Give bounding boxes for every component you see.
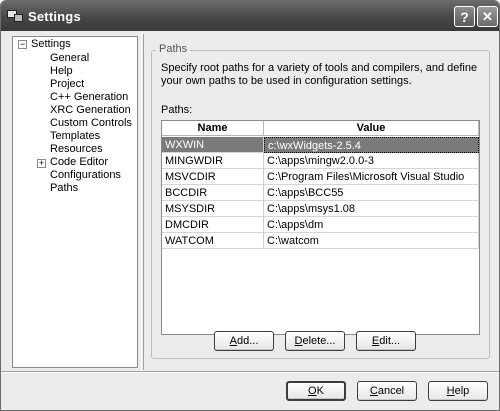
tree-item-label: Project: [50, 78, 85, 90]
window-title: Settings: [28, 8, 81, 24]
cell-value: c:\wxWidgets-2.5.4: [264, 137, 479, 153]
tree-item-label: Help: [50, 65, 73, 77]
paths-table[interactable]: Name Value WXWIN c:\wxWidgets-2.5.4 MING…: [161, 120, 480, 335]
delete-button-label: elete...: [302, 335, 336, 347]
ok-mnemonic: O: [308, 385, 317, 397]
cell-name: BCCDIR: [162, 185, 264, 201]
edit-button-label: dit...: [379, 335, 401, 347]
add-mnemonic: A: [229, 335, 237, 347]
edit-button[interactable]: Edit...: [356, 331, 416, 351]
help-icon: ?: [460, 8, 469, 25]
tree-item-label: Resources: [50, 143, 103, 155]
table-row[interactable]: MSYSDIR C:\apps\msys1.08: [162, 201, 479, 217]
tree-item-label: Configurations: [50, 169, 121, 181]
tree-item-cpp-generation[interactable]: C++ Generation: [50, 91, 128, 104]
tree-item-label: Code Editor: [50, 156, 109, 168]
ok-button-label: K: [316, 385, 324, 397]
paths-group-label: Paths: [156, 43, 191, 55]
tree-expand-icon[interactable]: +: [37, 159, 46, 168]
help-button-label: elp: [454, 385, 470, 397]
delete-button[interactable]: Delete...: [285, 331, 345, 351]
cell-value: C:\apps\msys1.08: [264, 201, 479, 217]
cell-name: MSVCDIR: [162, 169, 264, 185]
footer-separator: [1, 371, 499, 373]
table-header: Name Value: [162, 121, 479, 136]
cell-name: DMCDIR: [162, 217, 264, 233]
cancel-button[interactable]: Cancel: [357, 381, 417, 401]
column-header-value[interactable]: Value: [264, 121, 479, 136]
tree-item-resources[interactable]: Resources: [50, 143, 103, 156]
tree-root-label: Settings: [31, 38, 71, 50]
table-row[interactable]: MSVCDIR C:\Program Files\Microsoft Visua…: [162, 169, 479, 185]
title-close-button[interactable]: ✕: [477, 6, 498, 27]
table-row[interactable]: WXWIN c:\wxWidgets-2.5.4: [162, 137, 479, 153]
cell-value: C:\apps\mingw2.0.0-3: [264, 153, 479, 169]
table-row[interactable]: BCCDIR C:\apps\BCC55: [162, 185, 479, 201]
tree-item-xrc-generation[interactable]: XRC Generation: [50, 104, 131, 117]
paths-list-label: Paths:: [161, 104, 193, 116]
settings-window: Settings ? ✕ − Settings General Help Pro…: [0, 0, 500, 411]
table-row[interactable]: DMCDIR C:\apps\dm: [162, 217, 479, 233]
paths-description: Specify root paths for a variety of tool…: [161, 62, 478, 87]
help-mnemonic: H: [446, 385, 455, 397]
cell-name: WXWIN: [162, 137, 264, 153]
title-help-button[interactable]: ?: [454, 6, 475, 27]
table-row[interactable]: MINGWDIR C:\apps\mingw2.0.0-3: [162, 153, 479, 169]
tree-item-configurations[interactable]: Configurations: [50, 169, 121, 182]
close-icon: ✕: [482, 8, 493, 24]
tree-item-label: Paths: [50, 182, 79, 194]
add-button-label: dd...: [236, 335, 259, 347]
tree-item-label: Templates: [50, 130, 101, 142]
cell-name: MSYSDIR: [162, 201, 264, 217]
settings-app-icon: [6, 8, 24, 24]
help-button[interactable]: Help: [428, 381, 488, 401]
cell-name: MINGWDIR: [162, 153, 264, 169]
cancel-button-label: ancel: [377, 385, 405, 397]
tree-item-templates[interactable]: Templates: [50, 130, 100, 143]
table-row[interactable]: WATCOM C:\watcom: [162, 233, 479, 249]
title-bar[interactable]: Settings ? ✕: [1, 1, 499, 31]
tree-item-label: C++ Generation: [50, 91, 129, 103]
cell-value: C:\Program Files\Microsoft Visual Studio: [264, 169, 479, 185]
tree-collapse-icon[interactable]: −: [18, 40, 27, 49]
tree-item-custom-controls[interactable]: Custom Controls: [50, 117, 132, 130]
tree-item-general[interactable]: General: [50, 52, 89, 65]
cancel-mnemonic: C: [369, 385, 378, 397]
tree-item-label: General: [50, 52, 90, 64]
tree-root[interactable]: Settings: [31, 38, 71, 51]
settings-tree[interactable]: − Settings General Help Project C++ Gene…: [12, 36, 138, 368]
cell-value: C:\apps\dm: [264, 217, 479, 233]
cell-name: WATCOM: [162, 233, 264, 249]
column-header-name[interactable]: Name: [162, 121, 264, 136]
ok-button[interactable]: OK: [286, 381, 346, 401]
tree-item-paths[interactable]: Paths: [50, 182, 78, 195]
cell-value: C:\watcom: [264, 233, 479, 249]
tree-item-project[interactable]: Project: [50, 78, 84, 91]
add-button[interactable]: Add...: [214, 331, 274, 351]
cell-value: C:\apps\BCC55: [264, 185, 479, 201]
tree-item-code-editor[interactable]: Code Editor: [50, 156, 108, 169]
tree-item-label: Custom Controls: [50, 117, 132, 129]
pane-splitter[interactable]: [141, 34, 144, 370]
tree-item-help[interactable]: Help: [50, 65, 73, 78]
tree-item-label: XRC Generation: [50, 104, 131, 116]
